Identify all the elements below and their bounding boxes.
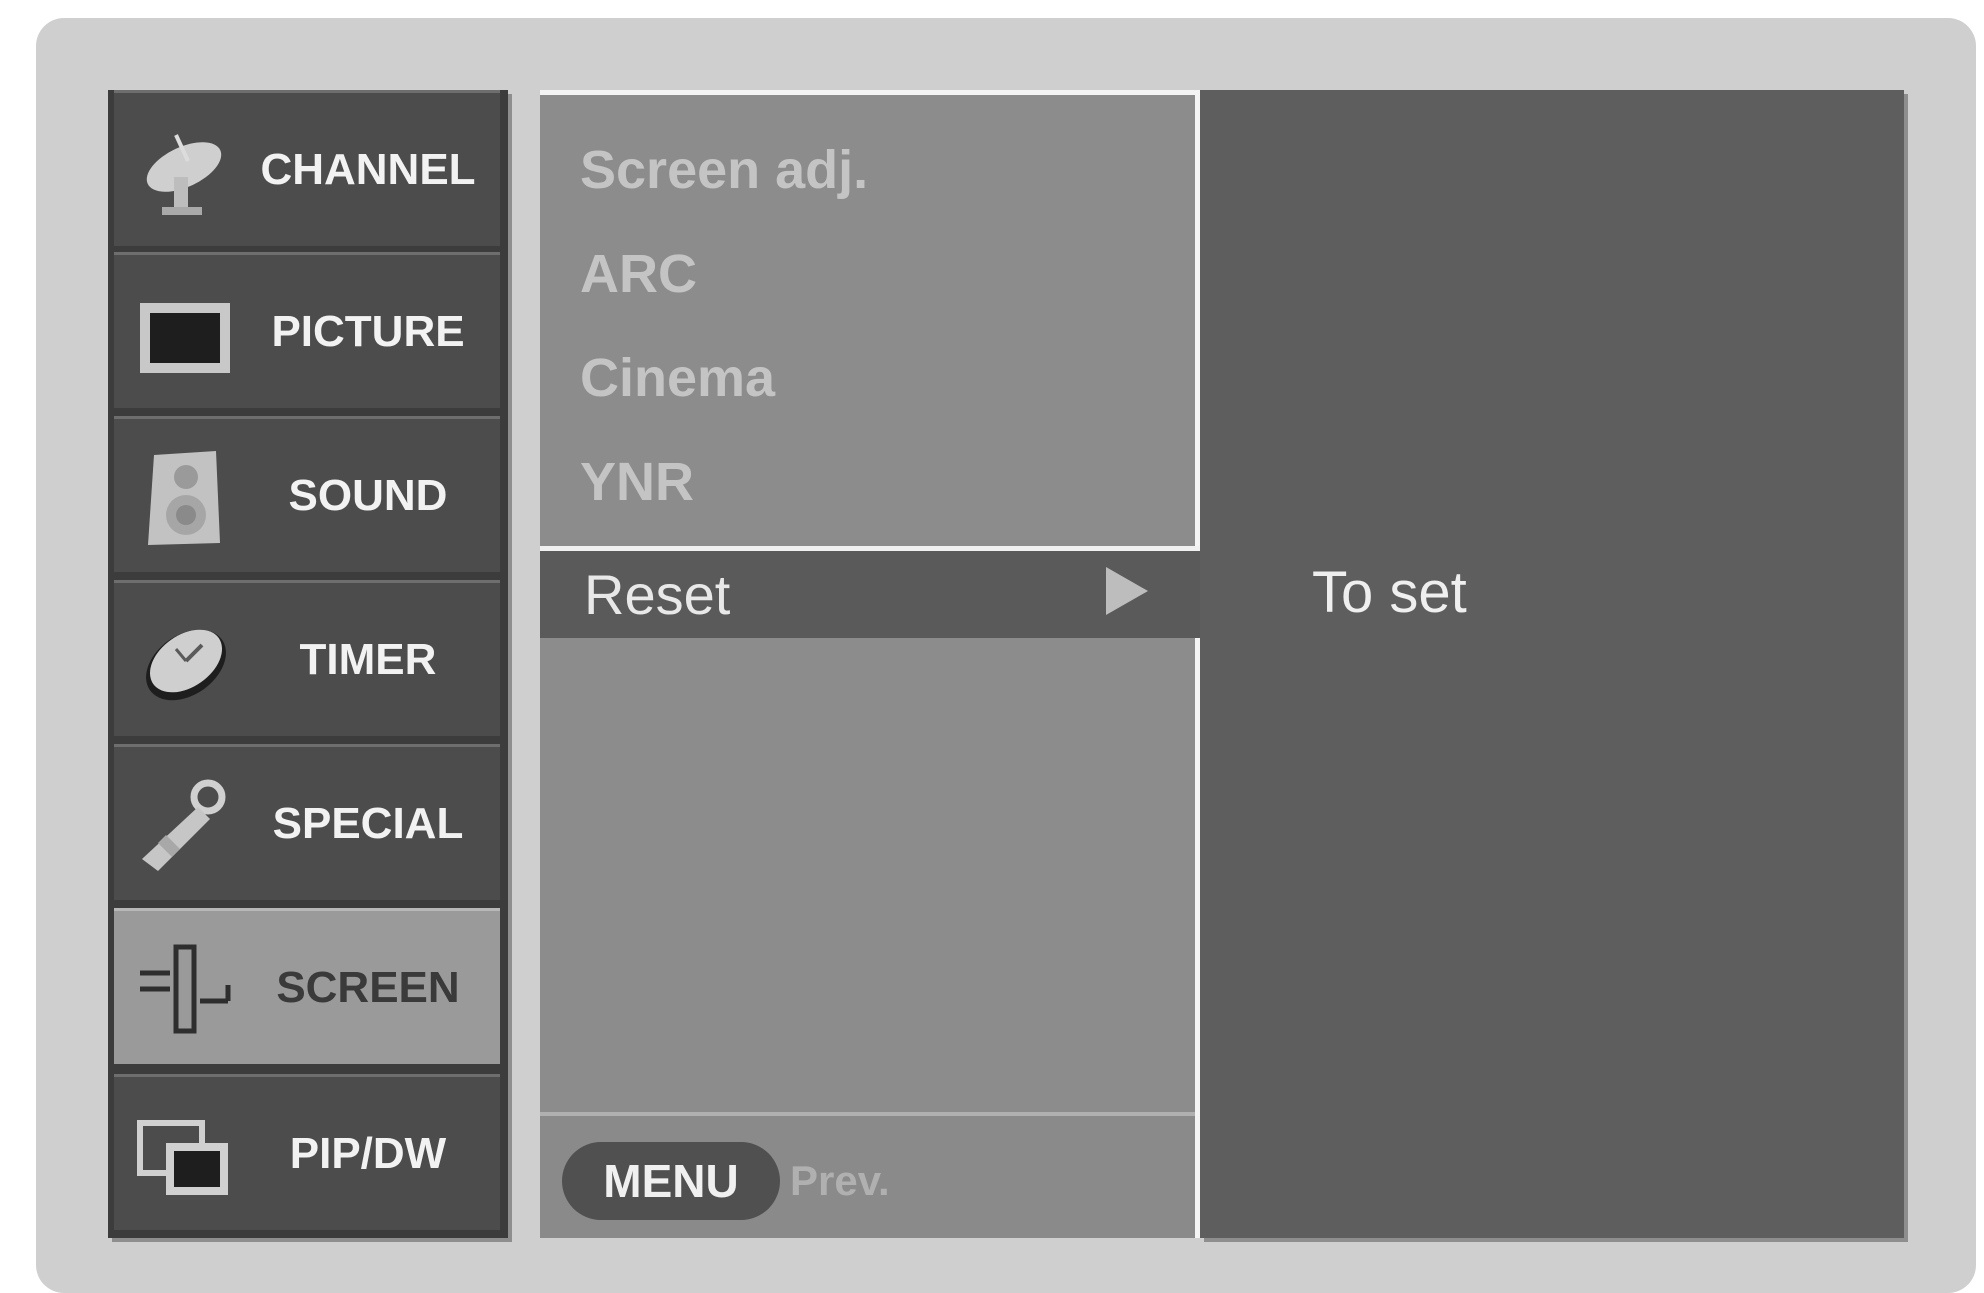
prev-label: Prev. [790,1157,890,1204]
pip-window-icon [137,1120,228,1195]
info-panel: To set [1200,90,1904,1238]
nav-label-picture: PICTURE [271,306,465,356]
arrow-right-icon [1106,567,1148,615]
submenu-item-cinema[interactable]: Cinema [580,347,775,409]
nav-item-special[interactable]: SPECIAL [114,744,500,900]
nav-item-pip-dw[interactable]: PIP/DW [114,1074,500,1230]
nav-item-timer[interactable]: TIMER [114,580,500,736]
tv-screen-icon [140,303,230,373]
info-text: To set [1312,559,1467,625]
submenu-item-arc[interactable]: ARC [580,243,697,305]
nav-label-pip-dw: PIP/DW [289,1128,447,1178]
key-icon [142,779,226,871]
nav-item-screen[interactable]: SCREEN [114,908,500,1064]
submenu-item-ynr[interactable]: YNR [580,451,694,513]
nav-label-channel: CHANNEL [260,144,476,194]
submenu-item-reset[interactable]: Reset [540,546,1200,638]
submenu-item-screen-adj[interactable]: Screen adj. [580,139,868,201]
nav-label-special: SPECIAL [272,798,464,848]
clock-icon [146,629,226,701]
submenu-item-reset-label: Reset [584,563,731,626]
nav-label-screen: SCREEN [276,962,460,1012]
menu-button[interactable]: MENU [562,1142,780,1220]
nav-item-sound[interactable]: SOUND [114,416,500,572]
nav-item-channel[interactable]: CHANNEL [114,90,500,246]
submenu-footer: MENU Prev. [540,1112,1195,1238]
nav-item-picture[interactable]: PICTURE [114,252,500,408]
main-menu-sidebar: CHANNEL PICTURE SOUND TIMER SPECIAL SCRE… [108,90,508,1238]
nav-label-timer: TIMER [299,634,437,684]
satellite-dish-icon [146,134,222,215]
screen-submenu: Screen adj. ARC Cinema YNR [540,90,1200,1238]
nav-label-sound: SOUND [288,470,448,520]
screen-adjust-icon [140,944,231,1034]
speaker-icon [148,451,220,545]
